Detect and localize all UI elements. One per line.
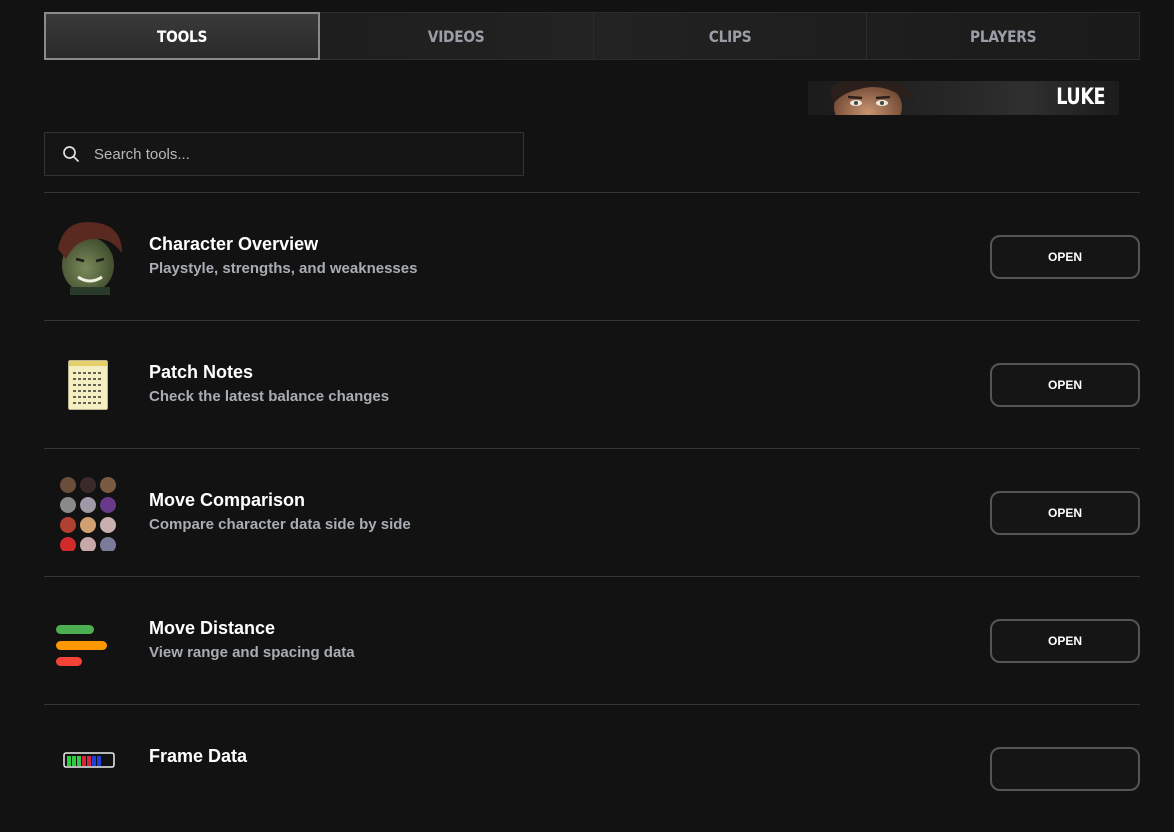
tool-title: Move Comparison — [149, 490, 306, 510]
character-portrait-icon — [50, 219, 126, 295]
open-button[interactable]: OPEN — [990, 363, 1140, 407]
tool-list: Character Overview Playstyle, strengths,… — [44, 192, 1140, 832]
frame-data-icon — [63, 752, 115, 768]
open-button[interactable]: OPEN — [990, 619, 1140, 663]
tool-title: Patch Notes — [149, 362, 254, 382]
open-button[interactable]: OPEN — [990, 235, 1140, 279]
open-button[interactable] — [990, 747, 1140, 791]
distance-bars-icon — [56, 625, 107, 666]
tool-row-character-overview: Character Overview Playstyle, strengths,… — [44, 192, 1140, 320]
tool-subtitle: Check the latest balance changes — [149, 388, 390, 405]
tab-players[interactable]: PLAYERS — [867, 13, 1139, 59]
character-grid-icon — [60, 477, 116, 551]
character-banner[interactable]: LUKE — [808, 81, 1119, 115]
tool-row-patch-notes: Patch Notes Check the latest balance cha… — [44, 320, 1140, 448]
tool-subtitle: View range and spacing data — [149, 644, 355, 661]
tool-row-frame-data: Frame Data — [44, 704, 1140, 832]
tool-title: Character Overview — [149, 234, 319, 254]
tool-subtitle: Playstyle, strengths, and weaknesses — [149, 260, 418, 277]
open-button[interactable]: OPEN — [990, 491, 1140, 535]
character-name: LUKE — [1056, 85, 1105, 110]
tab-tools[interactable]: TOOLS — [44, 12, 321, 60]
character-face-icon — [830, 81, 914, 115]
tab-label: PLAYERS — [969, 26, 1037, 46]
tool-row-move-distance: Move Distance View range and spacing dat… — [44, 576, 1140, 704]
tool-row-move-comparison: Move Comparison Compare character data s… — [44, 448, 1140, 576]
search-box — [44, 132, 524, 176]
tool-title: Frame Data — [149, 746, 248, 766]
tab-label: VIDEOS — [428, 26, 485, 46]
tab-label: CLIPS — [708, 26, 751, 46]
tab-label: TOOLS — [157, 26, 208, 46]
tab-clips[interactable]: CLIPS — [594, 13, 867, 59]
tool-subtitle: Compare character data side by side — [149, 516, 411, 533]
nav-tabs: TOOLS VIDEOS CLIPS PLAYERS — [44, 12, 1140, 60]
notepad-icon — [65, 357, 111, 413]
search-icon — [63, 146, 79, 162]
tool-title: Move Distance — [149, 618, 276, 638]
search-input[interactable] — [92, 132, 523, 176]
tab-videos[interactable]: VIDEOS — [320, 13, 594, 59]
